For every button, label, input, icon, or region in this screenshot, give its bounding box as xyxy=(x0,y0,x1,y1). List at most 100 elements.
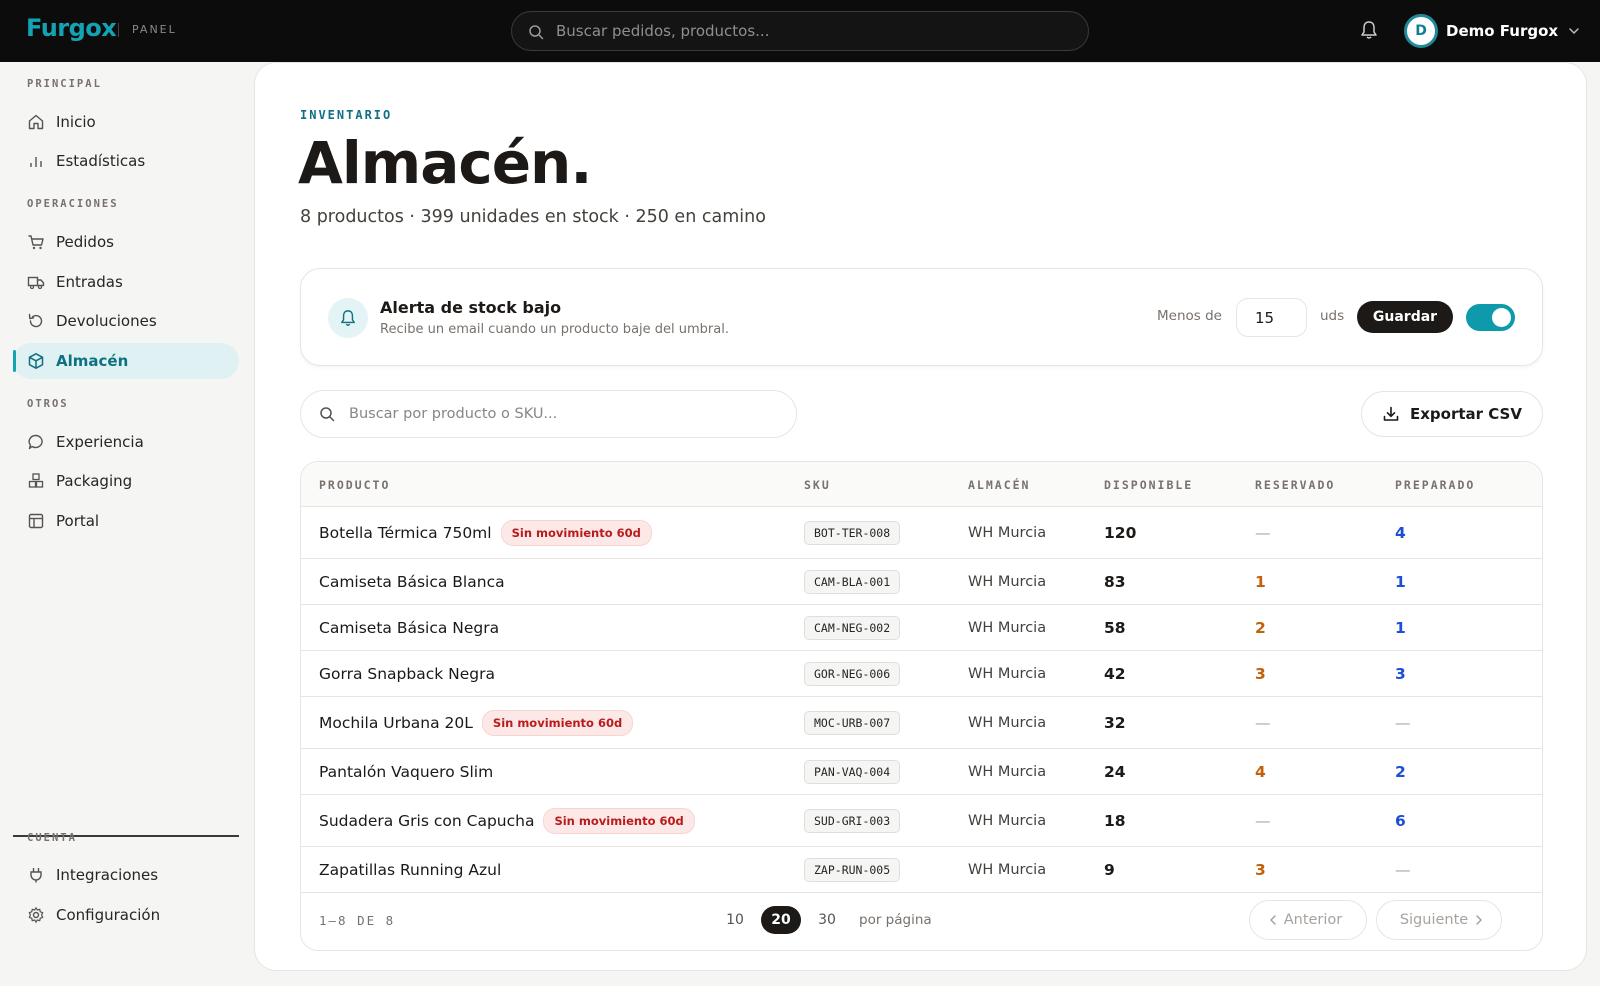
table-search-input[interactable] xyxy=(349,391,779,437)
sidebar-item-estadisticas[interactable]: Estadísticas xyxy=(13,143,239,179)
page-title: Almacén. xyxy=(298,129,592,197)
table-row[interactable]: Sudadera Gris con Capucha Sin movimiento … xyxy=(301,795,1542,847)
available-cell: 32 xyxy=(1104,713,1126,732)
product-name: Pantalón Vaquero Slim xyxy=(319,762,494,781)
notifications-bell-icon[interactable] xyxy=(1360,20,1378,40)
page-size-30[interactable]: 30 xyxy=(807,906,847,934)
sidebar-item-entradas[interactable]: Entradas xyxy=(13,264,239,300)
inventory-table: PRODUCTO SKU ALMACÉN DISPONIBLE RESERVAD… xyxy=(300,461,1543,951)
download-icon xyxy=(1383,406,1399,421)
product-cell: Gorra Snapback Negra xyxy=(319,665,495,683)
bar-chart-icon xyxy=(30,157,42,167)
search-icon xyxy=(320,407,335,422)
export-csv-label: Exportar CSV xyxy=(1410,405,1522,423)
warehouse-cell: WH Murcia xyxy=(968,714,1047,731)
table-row[interactable]: Pantalón Vaquero Slim PAN-VAQ-004 WH Mur… xyxy=(301,749,1542,795)
sidebar-item-portal[interactable]: Portal xyxy=(13,503,239,539)
status-badge: Sin movimiento 60d xyxy=(481,709,634,736)
sidebar-item-label: Inicio xyxy=(56,113,96,131)
warehouse-cell: WH Murcia xyxy=(968,861,1047,878)
sidebar-item-experiencia[interactable]: Experiencia xyxy=(13,424,239,460)
page-size-20[interactable]: 20 xyxy=(761,906,801,934)
next-page-button[interactable]: Siguiente xyxy=(1376,900,1502,940)
product-cell: Mochila Urbana 20L Sin movimiento 60d xyxy=(319,709,634,736)
column-header-preparado[interactable]: PREPARADO xyxy=(1395,478,1475,492)
page-size-10[interactable]: 10 xyxy=(715,906,755,934)
threshold-input[interactable] xyxy=(1236,298,1307,337)
page-summary: 8 productos · 399 unidades en stock · 25… xyxy=(300,207,766,227)
prepared-cell: 6 xyxy=(1395,811,1406,830)
box-icon xyxy=(28,353,44,369)
warehouse-cell: WH Murcia xyxy=(968,665,1047,682)
product-cell: Botella Térmica 750ml Sin movimiento 60d xyxy=(319,519,652,546)
table-row[interactable]: Mochila Urbana 20L Sin movimiento 60d MOC… xyxy=(301,697,1542,749)
warehouse-cell: WH Murcia xyxy=(968,812,1047,829)
sidebar-item-configuracion[interactable]: Configuración xyxy=(13,897,239,933)
export-csv-button[interactable]: Exportar CSV xyxy=(1361,391,1543,437)
column-header-reservado[interactable]: RESERVADO xyxy=(1255,478,1335,492)
global-search[interactable] xyxy=(511,11,1089,51)
warehouse-cell: WH Murcia xyxy=(968,619,1047,636)
logo-divider xyxy=(118,23,119,37)
column-header-disponible[interactable]: DISPONIBLE xyxy=(1104,478,1193,492)
product-name: Gorra Snapback Negra xyxy=(319,664,495,683)
logo-subtitle: PANEL xyxy=(132,23,177,36)
available-cell: 24 xyxy=(1104,762,1126,781)
main-panel: INVENTARIO Almacén. 8 productos · 399 un… xyxy=(254,62,1587,971)
section-label-principal: PRINCIPAL xyxy=(27,78,102,90)
truck-icon xyxy=(27,276,45,290)
table-row[interactable]: Zapatillas Running Azul ZAP-RUN-005 WH M… xyxy=(301,847,1542,893)
column-header-almacen[interactable]: ALMACÉN xyxy=(968,478,1030,492)
user-menu[interactable]: D Demo Furgox xyxy=(1404,14,1580,48)
prepared-cell: 1 xyxy=(1395,618,1406,637)
previous-page-button[interactable]: Anterior xyxy=(1249,900,1367,940)
product-cell: Pantalón Vaquero Slim xyxy=(319,763,493,781)
product-name: Zapatillas Running Azul xyxy=(319,860,502,879)
reserved-cell: — xyxy=(1255,523,1271,542)
reserved-cell: 3 xyxy=(1255,664,1266,683)
sku-chip: ZAP-RUN-005 xyxy=(804,857,901,882)
user-name: Demo Furgox xyxy=(1446,22,1559,40)
save-button[interactable]: Guardar xyxy=(1357,301,1453,333)
low-stock-alert-card: Alerta de stock bajo Recibe un email cua… xyxy=(300,268,1543,366)
sku-chip: BOT-TER-008 xyxy=(804,520,901,545)
reserved-cell: — xyxy=(1255,811,1271,830)
reserved-cell: 4 xyxy=(1255,762,1266,781)
prepared-cell: 3 xyxy=(1395,664,1406,683)
reserved-cell: — xyxy=(1255,713,1271,732)
sidebar-item-almacen[interactable]: Almacén xyxy=(13,343,239,379)
table-row[interactable]: Gorra Snapback Negra GOR-NEG-006 WH Murc… xyxy=(301,651,1542,697)
product-cell: Camiseta Básica Blanca xyxy=(319,573,505,591)
gear-icon xyxy=(28,907,44,923)
column-header-sku[interactable]: SKU xyxy=(804,478,831,492)
chat-bubble-icon xyxy=(28,434,43,450)
logo[interactable]: Furgox xyxy=(26,14,117,42)
table-search[interactable] xyxy=(300,390,797,438)
product-name: Botella Térmica 750ml xyxy=(319,523,492,542)
alert-bell-icon xyxy=(328,298,368,338)
sidebar-item-packaging[interactable]: Packaging xyxy=(13,463,239,499)
alert-toggle[interactable] xyxy=(1466,304,1515,331)
sidebar-item-label: Packaging xyxy=(56,472,133,490)
product-cell: Camiseta Básica Negra xyxy=(319,619,499,637)
pagination-range: 1–8 DE 8 xyxy=(319,913,396,928)
global-search-input[interactable] xyxy=(556,12,1076,50)
table-row[interactable]: Botella Térmica 750ml Sin movimiento 60d … xyxy=(301,507,1542,559)
available-cell: 58 xyxy=(1104,618,1126,637)
product-cell: Zapatillas Running Azul xyxy=(319,861,501,879)
column-header-producto[interactable]: PRODUCTO xyxy=(319,478,390,492)
avatar: D xyxy=(1404,14,1438,48)
sidebar-item-pedidos[interactable]: Pedidos xyxy=(13,224,239,260)
reserved-cell: 1 xyxy=(1255,572,1266,591)
page-eyebrow: INVENTARIO xyxy=(300,108,393,122)
table-row[interactable]: Camiseta Básica Negra CAM-NEG-002 WH Mur… xyxy=(301,605,1542,651)
sidebar-item-integraciones[interactable]: Integraciones xyxy=(13,857,239,893)
sidebar-item-label: Portal xyxy=(56,512,100,530)
table-row[interactable]: Camiseta Básica Blanca CAM-BLA-001 WH Mu… xyxy=(301,559,1542,605)
sidebar-item-devoluciones[interactable]: Devoluciones xyxy=(13,303,239,339)
sidebar-item-inicio[interactable]: Inicio xyxy=(13,104,239,140)
warehouse-cell: WH Murcia xyxy=(968,573,1047,590)
previous-label: Anterior xyxy=(1283,912,1343,928)
available-cell: 42 xyxy=(1104,664,1126,683)
sku-chip: PAN-VAQ-004 xyxy=(804,759,901,784)
